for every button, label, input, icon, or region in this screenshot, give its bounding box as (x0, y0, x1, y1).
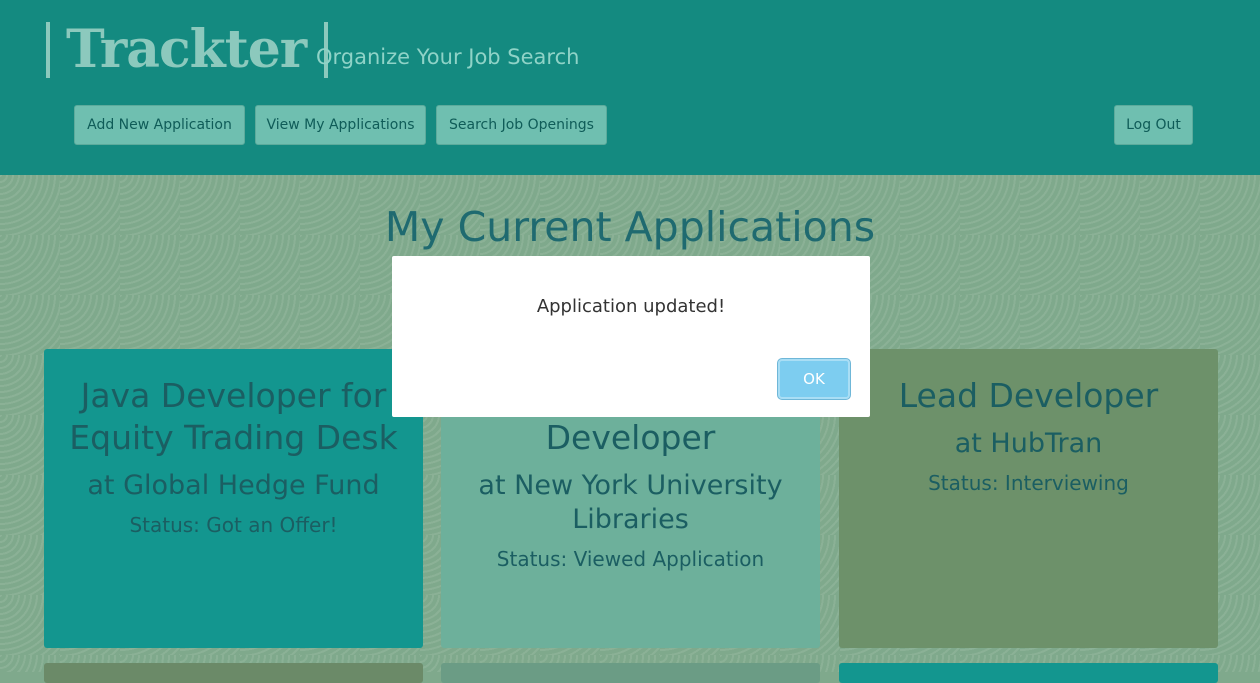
alert-dialog: Application updated! OK (392, 256, 870, 417)
search-job-openings-button[interactable]: Search Job Openings (436, 105, 607, 145)
ok-button[interactable]: OK (778, 359, 850, 399)
application-card-partial[interactable] (441, 663, 820, 683)
application-card[interactable]: Java Developer for Equity Trading Desk a… (44, 349, 423, 648)
card-status: Status: Got an Offer! (129, 513, 338, 537)
page-title: My Current Applications (384, 203, 876, 251)
card-company: at HubTran (954, 428, 1103, 459)
application-card[interactable]: Lead Developer at HubTran Status: Interv… (839, 349, 1218, 648)
application-card-partial[interactable] (44, 663, 423, 683)
view-my-applications-button[interactable]: View My Applications (255, 105, 426, 145)
add-new-application-button[interactable]: Add New Application (74, 105, 245, 145)
tagline: Organize Your Job Search (316, 45, 580, 69)
card-job-title: Lead Developer (898, 376, 1159, 415)
brand-logo[interactable]: Trackter (46, 19, 329, 80)
app-header: Trackter Organize Your Job Search Add Ne… (0, 0, 1260, 175)
card-company: at Global Hedge Fund (87, 470, 380, 501)
alert-message: Application updated! (536, 296, 726, 317)
card-company: at New York University Libraries (478, 470, 783, 535)
card-job-title: Java Developer for Equity Trading Desk (69, 376, 398, 457)
brand-name: Trackter (66, 19, 307, 80)
card-job-title: Developer (545, 418, 716, 457)
log-out-button[interactable]: Log Out (1114, 105, 1193, 145)
card-status: Status: Interviewing (928, 471, 1129, 495)
application-card-partial[interactable] (839, 663, 1218, 683)
card-status: Status: Viewed Application (496, 547, 765, 571)
